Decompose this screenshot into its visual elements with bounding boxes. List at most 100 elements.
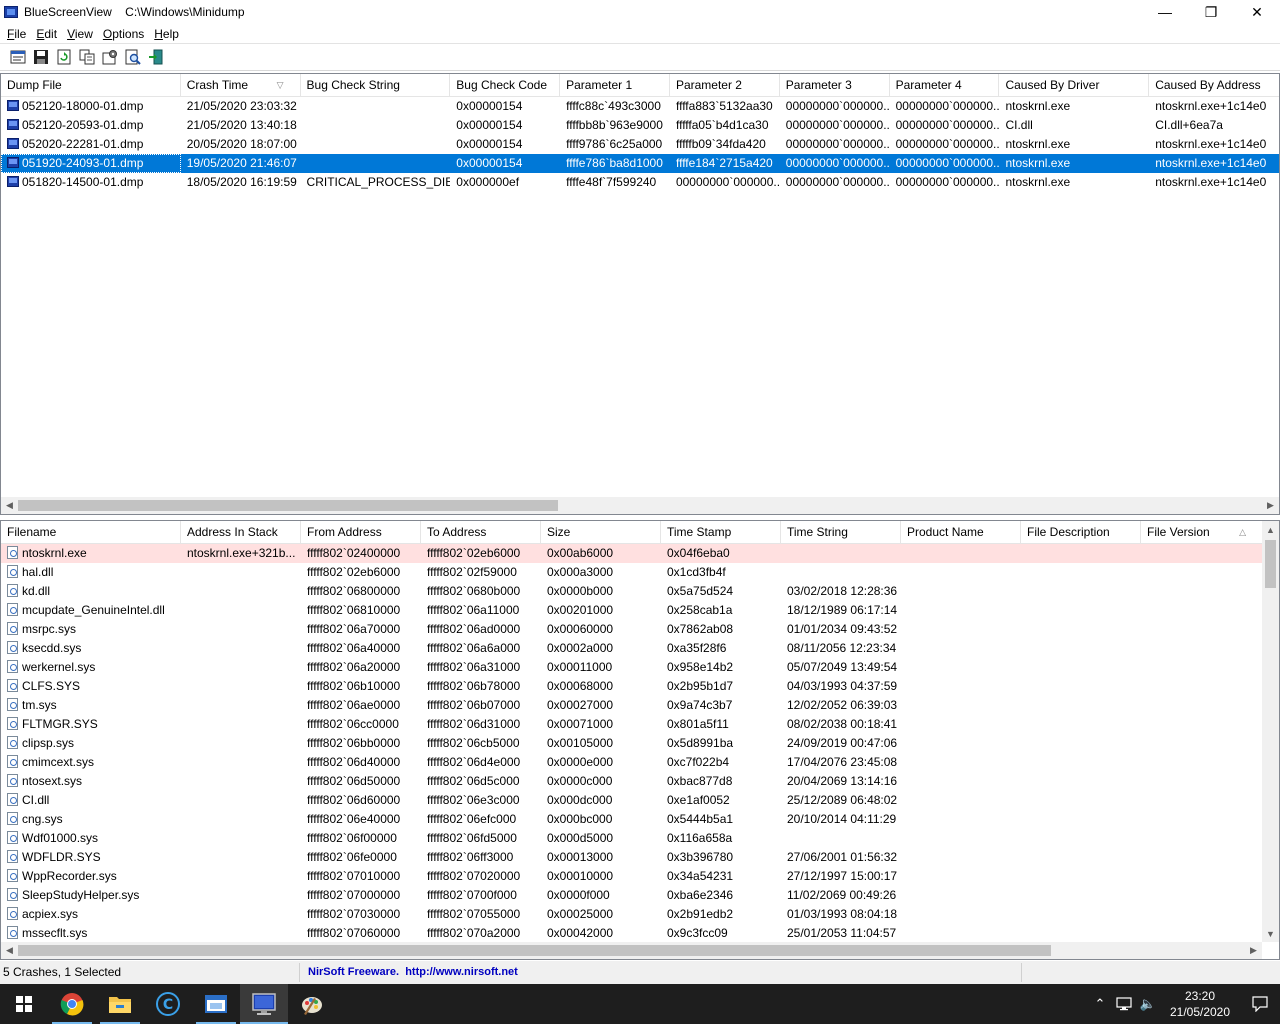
- column-header-bug-check-string[interactable]: Bug Check String: [301, 74, 451, 97]
- cell-text: 0x9a74c3b7: [667, 698, 733, 712]
- module-row[interactable]: ntoskrnl.exe ntoskrnl.exe+321b... fffff802…: [1, 544, 1262, 563]
- column-header-address-in-stack[interactable]: Address In Stack: [181, 521, 301, 544]
- options-button[interactable]: [100, 47, 120, 67]
- scroll-left-arrow-icon[interactable]: ◀: [1, 497, 18, 514]
- cell-filename: kd.dll: [1, 582, 181, 601]
- exit-button[interactable]: [146, 47, 166, 67]
- scroll-right-arrow-icon[interactable]: ▶: [1262, 497, 1279, 514]
- column-header-parameter-2[interactable]: Parameter 2: [670, 74, 780, 97]
- crash-row[interactable]: 052020-22281-01.dmp 20/05/2020 18:07:00 0x…: [1, 135, 1279, 154]
- volume-icon[interactable]: 🔈: [1136, 984, 1160, 1024]
- properties-button[interactable]: [8, 47, 28, 67]
- scroll-thumb[interactable]: [1265, 540, 1276, 588]
- column-header-parameter-3[interactable]: Parameter 3: [780, 74, 890, 97]
- nirsoft-link[interactable]: NirSoft Freeware. http://www.nirsoft.net: [300, 963, 1022, 982]
- column-header-parameter-4[interactable]: Parameter 4: [890, 74, 1000, 97]
- scroll-up-arrow-icon[interactable]: ▲: [1262, 521, 1279, 538]
- module-row[interactable]: CI.dll fffff802`06d60000 fffff802`06e3c000…: [1, 791, 1262, 810]
- module-list[interactable]: Filename Address In Stack From Address T…: [0, 520, 1280, 960]
- module-row[interactable]: cmimcext.sys fffff802`06d40000 fffff802`06…: [1, 753, 1262, 772]
- cell-filename: mssecflt.sys: [1, 924, 181, 942]
- taskbar-ccleaner[interactable]: C: [144, 984, 192, 1024]
- menu-help[interactable]: Help: [149, 27, 184, 41]
- column-header-time-stamp[interactable]: Time Stamp: [661, 521, 781, 544]
- column-header-bug-check-code[interactable]: Bug Check Code: [450, 74, 561, 97]
- module-row[interactable]: FLTMGR.SYS fffff802`06cc0000 fffff802`06d3…: [1, 715, 1262, 734]
- module-row[interactable]: werkernel.sys fffff802`06a20000 fffff802`0…: [1, 658, 1262, 677]
- taskbar-file-explorer[interactable]: [96, 984, 144, 1024]
- module-row[interactable]: kd.dll fffff802`06800000 fffff802`0680b000…: [1, 582, 1262, 601]
- column-header-from-address[interactable]: From Address: [301, 521, 421, 544]
- tray-overflow-chevron-icon[interactable]: ⌃: [1088, 984, 1112, 1024]
- menu-file[interactable]: File: [2, 27, 31, 41]
- start-button[interactable]: [0, 984, 48, 1024]
- crash-row[interactable]: 051920-24093-01.dmp 19/05/2020 21:46:07 0x…: [1, 154, 1279, 173]
- column-header-caused-by-address[interactable]: Caused By Address: [1149, 74, 1279, 97]
- column-header-time-string[interactable]: Time String: [781, 521, 901, 544]
- module-row[interactable]: msrpc.sys fffff802`06a70000 fffff802`06ad0…: [1, 620, 1262, 639]
- close-button[interactable]: ✕: [1234, 0, 1280, 24]
- module-row[interactable]: mcupdate_GenuineIntel.dll fffff802`068100…: [1, 601, 1262, 620]
- crash-row[interactable]: 051820-14500-01.dmp 18/05/2020 16:19:59 CR…: [1, 173, 1279, 192]
- cell-to-address: fffff802`06d5c000: [421, 772, 541, 791]
- refresh-button[interactable]: [54, 47, 74, 67]
- crash-row[interactable]: 052120-20593-01.dmp 21/05/2020 13:40:18 0x…: [1, 116, 1279, 135]
- scroll-track[interactable]: [18, 497, 1262, 514]
- module-row[interactable]: Wdf01000.sys fffff802`06f00000 fffff802`06…: [1, 829, 1262, 848]
- cell-text: 052120-18000-01.dmp: [22, 99, 144, 113]
- column-header-filename[interactable]: Filename: [1, 521, 181, 544]
- save-button[interactable]: [31, 47, 51, 67]
- module-row[interactable]: WDFLDR.SYS fffff802`06fe0000 fffff802`06ff…: [1, 848, 1262, 867]
- minimize-button[interactable]: —: [1142, 0, 1188, 24]
- column-header-file-version[interactable]: File Version △: [1141, 521, 1262, 544]
- cell-text: 0x00ab6000: [547, 546, 614, 560]
- module-row[interactable]: WppRecorder.sys fffff802`07010000 fffff802…: [1, 867, 1262, 886]
- cell-size: 0x00105000: [541, 734, 661, 753]
- column-header-to-address[interactable]: To Address: [421, 521, 541, 544]
- module-row[interactable]: mssecflt.sys fffff802`07060000 fffff802`07…: [1, 924, 1262, 942]
- module-row[interactable]: ntosext.sys fffff802`06d50000 fffff802`06d…: [1, 772, 1262, 791]
- crash-row[interactable]: 052120-18000-01.dmp 21/05/2020 23:03:32 0x…: [1, 97, 1279, 116]
- cell-text: fffff802`06a31000: [427, 660, 521, 674]
- find-button[interactable]: [123, 47, 143, 67]
- taskbar-bluescreenview[interactable]: [240, 984, 288, 1024]
- scroll-track[interactable]: [1262, 538, 1279, 925]
- network-icon[interactable]: [1112, 984, 1136, 1024]
- module-row[interactable]: ksecdd.sys fffff802`06a40000 fffff802`06a6…: [1, 639, 1262, 658]
- module-row[interactable]: acpiex.sys fffff802`07030000 fffff802`0705…: [1, 905, 1262, 924]
- column-header-parameter-1[interactable]: Parameter 1: [560, 74, 670, 97]
- menu-options[interactable]: Options: [98, 27, 149, 41]
- module-row[interactable]: cng.sys fffff802`06e40000 fffff802`06efc00…: [1, 810, 1262, 829]
- module-row[interactable]: hal.dll fffff802`02eb6000 fffff802`02f5900…: [1, 563, 1262, 582]
- taskbar-chrome[interactable]: [48, 984, 96, 1024]
- module-row[interactable]: tm.sys fffff802`06ae0000 fffff802`06b07000…: [1, 696, 1262, 715]
- taskbar-clock[interactable]: 23:20 21/05/2020: [1160, 988, 1240, 1020]
- module-list-vscrollbar[interactable]: ▲ ▼: [1262, 521, 1279, 942]
- menu-view[interactable]: View: [62, 27, 98, 41]
- crash-list-hscrollbar[interactable]: ◀ ▶: [1, 497, 1279, 514]
- module-row[interactable]: CLFS.SYS fffff802`06b10000 fffff802`06b780…: [1, 677, 1262, 696]
- scroll-thumb[interactable]: [18, 500, 558, 511]
- scroll-down-arrow-icon[interactable]: ▼: [1262, 925, 1279, 942]
- crash-list[interactable]: Dump File Crash Time ▽ Bug Check String B…: [0, 73, 1280, 515]
- column-header-crash-time[interactable]: Crash Time ▽: [181, 74, 301, 97]
- taskbar-paint[interactable]: [288, 984, 336, 1024]
- menu-edit[interactable]: Edit: [31, 27, 62, 41]
- cell-text: 052120-20593-01.dmp: [22, 118, 144, 132]
- copy-button[interactable]: [77, 47, 97, 67]
- column-header-file-description[interactable]: File Description: [1021, 521, 1141, 544]
- scroll-right-arrow-icon[interactable]: ▶: [1245, 942, 1262, 959]
- scroll-track[interactable]: [18, 942, 1245, 959]
- maximize-button[interactable]: ❐: [1188, 0, 1234, 24]
- column-header-caused-by-driver[interactable]: Caused By Driver: [999, 74, 1150, 97]
- module-list-hscrollbar[interactable]: ◀ ▶: [1, 942, 1262, 959]
- scroll-thumb[interactable]: [18, 945, 1051, 956]
- column-header-size[interactable]: Size: [541, 521, 661, 544]
- module-row[interactable]: clipsp.sys fffff802`06bb0000 fffff802`06cb…: [1, 734, 1262, 753]
- column-header-dump-file[interactable]: Dump File: [1, 74, 181, 97]
- action-center-button[interactable]: [1240, 984, 1280, 1024]
- taskbar-app-window[interactable]: [192, 984, 240, 1024]
- module-row[interactable]: SleepStudyHelper.sys fffff802`07000000 fff…: [1, 886, 1262, 905]
- column-header-product-name[interactable]: Product Name: [901, 521, 1021, 544]
- scroll-left-arrow-icon[interactable]: ◀: [1, 942, 18, 959]
